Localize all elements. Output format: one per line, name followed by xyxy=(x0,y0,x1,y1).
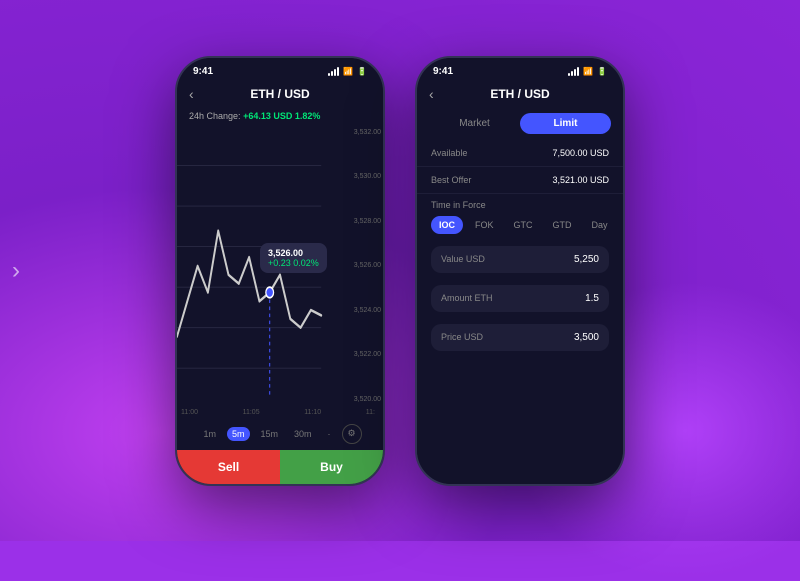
chart-area[interactable]: 3,532.00 3,530.00 3,528.00 3,526.00 3,52… xyxy=(177,125,383,407)
chart-phone: 9:41 📶 🔋 ‹ ETH / USD 24h Change: +64.13 … xyxy=(175,56,385,486)
tif-buttons: IOC FOK GTC GTD Day xyxy=(431,216,609,234)
sell-button[interactable]: Sell xyxy=(177,450,280,484)
tab-market[interactable]: Market xyxy=(429,113,520,134)
tf-1m[interactable]: 1m xyxy=(198,427,221,441)
price-usd-field[interactable]: Price USD 3,500 xyxy=(431,324,609,351)
tif-gtc[interactable]: GTC xyxy=(506,216,541,234)
back-button-1[interactable]: ‹ xyxy=(189,86,194,102)
tooltip-change: +0.23 0.02% xyxy=(268,258,319,268)
best-offer-label: Best Offer xyxy=(431,175,471,185)
signal-icon-2 xyxy=(568,67,579,76)
value-usd-field[interactable]: Value USD 5,250 xyxy=(431,246,609,273)
value-usd-label: Value USD xyxy=(441,254,485,264)
change-label: 24h Change: xyxy=(189,111,241,121)
time-label-0: 11:00 xyxy=(181,409,198,416)
chart-title: ETH / USD xyxy=(250,87,309,101)
amount-eth-value: 1.5 xyxy=(585,293,599,304)
status-icons-1: 📶 🔋 xyxy=(328,67,367,76)
action-bar: Sell Buy xyxy=(177,450,383,484)
available-value: 7,500.00 USD xyxy=(552,148,609,158)
status-bar-1: 9:41 📶 🔋 xyxy=(177,58,383,81)
tif-section: Time in Force IOC FOK GTC GTD Day xyxy=(417,194,623,240)
value-usd-value: 5,250 xyxy=(574,254,599,265)
price-label-5: 3,522.00 xyxy=(337,351,381,358)
available-label: Available xyxy=(431,148,467,158)
time-label-2: 11:10 xyxy=(304,409,321,416)
tooltip-price: 3,526.00 xyxy=(268,248,319,258)
tf-5m[interactable]: 5m xyxy=(227,427,250,441)
price-usd-label: Price USD xyxy=(441,332,483,342)
tab-bar: Market Limit xyxy=(417,107,623,140)
price-usd-value: 3,500 xyxy=(574,332,599,343)
chart-content: 24h Change: +64.13 USD 1.82% 3,532.00 3,… xyxy=(177,107,383,484)
change-value: +64.13 USD 1.82% xyxy=(243,111,320,121)
price-label-0: 3,532.00 xyxy=(337,129,381,136)
amount-eth-label: Amount ETH xyxy=(441,293,493,303)
change-bar: 24h Change: +64.13 USD 1.82% xyxy=(177,107,383,125)
available-row: Available 7,500.00 USD xyxy=(417,140,623,167)
battery-icon-2: 🔋 xyxy=(597,67,607,76)
tif-ioc[interactable]: IOC xyxy=(431,216,463,234)
wifi-icon-2: 📶 xyxy=(583,67,593,76)
signal-icon-1 xyxy=(328,67,339,76)
chart-settings-button[interactable]: ⚙ xyxy=(342,424,362,444)
status-bar-2: 9:41 📶 🔋 xyxy=(417,58,623,81)
phone-header-2: ‹ ETH / USD xyxy=(417,81,623,107)
status-time-2: 9:41 xyxy=(433,66,453,77)
price-label-6: 3,520.00 xyxy=(337,396,381,403)
tf-15m[interactable]: 15m xyxy=(256,427,284,441)
time-labels: 11:00 11:05 11:10 11: xyxy=(177,407,383,418)
price-labels: 3,532.00 3,530.00 3,528.00 3,526.00 3,52… xyxy=(335,125,383,407)
amount-eth-field[interactable]: Amount ETH 1.5 xyxy=(431,285,609,312)
order-phone: 9:41 📶 🔋 ‹ ETH / USD Market Limit xyxy=(415,56,625,486)
time-label-1: 11:05 xyxy=(243,409,260,416)
tif-fok[interactable]: FOK xyxy=(467,216,502,234)
tif-label: Time in Force xyxy=(431,200,609,210)
tif-gtd[interactable]: GTD xyxy=(545,216,580,234)
chart-tooltip: 3,526.00 +0.23 0.02% xyxy=(260,243,327,273)
buy-button[interactable]: Buy xyxy=(280,450,383,484)
tf-30m[interactable]: 30m xyxy=(289,427,317,441)
price-label-4: 3,524.00 xyxy=(337,307,381,314)
order-title: ETH / USD xyxy=(490,87,549,101)
tf-dot: · xyxy=(323,427,336,441)
wifi-icon-1: 📶 xyxy=(343,67,353,76)
timeframe-bar: 1m 5m 15m 30m · ⚙ xyxy=(177,418,383,450)
price-label-1: 3,530.00 xyxy=(337,173,381,180)
status-time-1: 9:41 xyxy=(193,66,213,77)
tab-limit[interactable]: Limit xyxy=(520,113,611,134)
price-label-2: 3,528.00 xyxy=(337,218,381,225)
phone-header-1: ‹ ETH / USD xyxy=(177,81,383,107)
time-label-3: 11: xyxy=(366,409,375,416)
battery-icon-1: 🔋 xyxy=(357,67,367,76)
price-label-3: 3,526.00 xyxy=(337,262,381,269)
back-button-2[interactable]: ‹ xyxy=(429,86,434,102)
status-icons-2: 📶 🔋 xyxy=(568,67,607,76)
left-nav-arrow[interactable]: › xyxy=(12,257,20,285)
best-offer-row: Best Offer 3,521.00 USD xyxy=(417,167,623,194)
best-offer-value: 3,521.00 USD xyxy=(552,175,609,185)
order-content: Market Limit Available 7,500.00 USD Best… xyxy=(417,107,623,484)
tif-day[interactable]: Day xyxy=(584,216,616,234)
phones-container: 9:41 📶 🔋 ‹ ETH / USD 24h Change: +64.13 … xyxy=(0,0,800,541)
